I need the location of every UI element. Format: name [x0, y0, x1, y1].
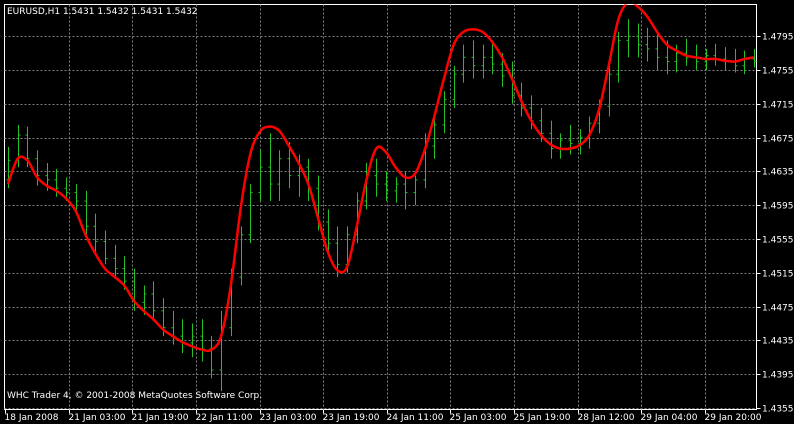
copyright-text: WHC Trader 4, © 2001-2008 MetaQuotes Sof…: [7, 391, 262, 401]
x-tick-label: 22 Jan 11:00: [196, 413, 253, 423]
x-tick-label: 23 Jan 19:00: [323, 413, 380, 423]
y-tick-label: 1.4555: [762, 236, 794, 246]
price-axis: 1.4795 1.4755 1.4715 1.4675 1.4635 1.4595 1.45…: [756, 33, 794, 415]
x-tick-label: 29 Jan 20:00: [705, 413, 762, 423]
x-tick-label: 18 Jan 2008: [5, 413, 59, 423]
y-tick-label: 1.4435: [762, 337, 794, 347]
time-axis: 18 Jan 2008 21 Jan 03:00 21 Jan 19:00 22 Ja…: [5, 409, 762, 423]
price-chart: 1.4795 1.4755 1.4715 1.4675 1.4635 1.4595 1.45…: [4, 4, 794, 423]
x-tick-label: 21 Jan 19:00: [132, 413, 189, 423]
y-tick-label: 1.4595: [762, 202, 794, 212]
x-tick-label: 29 Jan 04:00: [641, 413, 698, 423]
y-tick-label: 1.4715: [762, 101, 794, 111]
y-tick-label: 1.4755: [762, 67, 794, 77]
y-tick-label: 1.4515: [762, 270, 794, 280]
y-tick-label: 1.4635: [762, 168, 794, 178]
chart-window[interactable]: 1.4795 1.4755 1.4715 1.4675 1.4635 1.4595 1.45…: [0, 0, 794, 424]
symbol-info: EURUSD,H1 1.5431 1.5432 1.5431 1.5432: [7, 7, 198, 17]
x-tick-label: 25 Jan 03:00: [450, 413, 507, 423]
x-tick-label: 24 Jan 11:00: [387, 413, 444, 423]
y-tick-label: 1.4475: [762, 304, 794, 314]
x-tick-label: 21 Jan 03:00: [69, 413, 126, 423]
y-tick-label: 1.4795: [762, 33, 794, 43]
y-tick-label: 1.4395: [762, 371, 794, 381]
y-tick-label: 1.4355: [762, 405, 794, 415]
plot-frame: [4, 4, 757, 410]
x-tick-label: 28 Jan 12:00: [578, 413, 635, 423]
x-tick-label: 25 Jan 19:00: [514, 413, 571, 423]
y-tick-label: 1.4675: [762, 135, 794, 145]
x-tick-label: 23 Jan 03:00: [260, 413, 317, 423]
